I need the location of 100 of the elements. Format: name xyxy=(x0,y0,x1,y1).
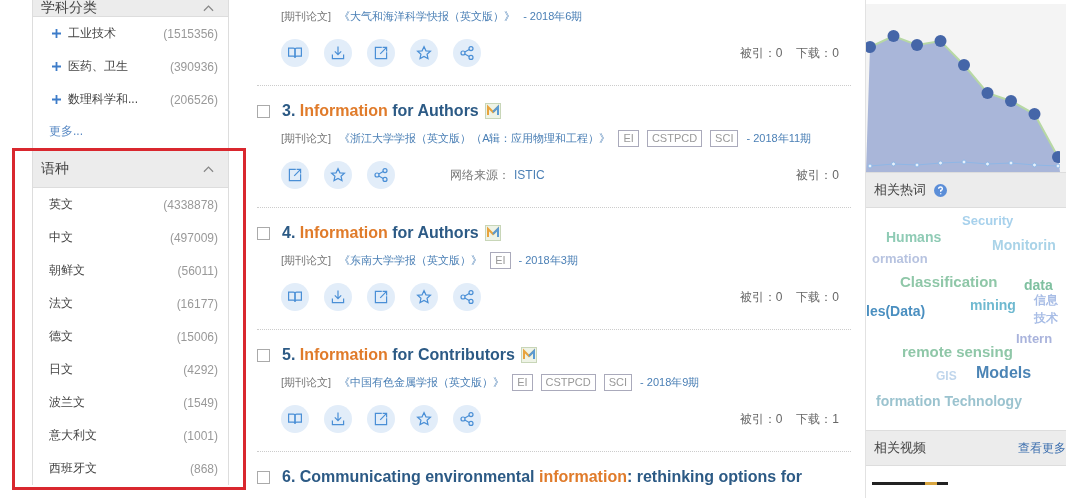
journal-link[interactable]: 《浙江大学学报（英文版）（A辑：应用物理和工程）》 xyxy=(339,130,611,146)
favorite-button[interactable] xyxy=(410,405,438,433)
data-point xyxy=(911,39,923,51)
download-button[interactable] xyxy=(324,39,352,67)
item-count: (16177) xyxy=(176,296,218,311)
journal-link[interactable]: 《东南大学学报（英文版）》 xyxy=(339,252,483,268)
open-link-button[interactable] xyxy=(367,39,395,67)
index-tag: EI xyxy=(490,251,511,269)
chevron-icon[interactable] xyxy=(203,4,214,12)
item-count: (1549) xyxy=(183,395,218,410)
facet-item[interactable]: 医药、卫生 xyxy=(68,58,128,75)
facet-item[interactable]: 法文 xyxy=(49,295,73,312)
source-value: ISTIC xyxy=(514,167,545,182)
data-point xyxy=(934,35,947,47)
favorite-button[interactable] xyxy=(410,39,438,67)
stat-text: 下载：0 xyxy=(796,44,839,62)
facet-item[interactable]: 波兰文 xyxy=(49,394,85,411)
facet-title: 学科分类 xyxy=(41,0,97,17)
publication-type: [期刊论文] xyxy=(281,130,332,146)
data-point xyxy=(958,59,970,71)
share-button[interactable] xyxy=(453,405,481,433)
panel-title: 相关热词 xyxy=(874,181,926,199)
data-point xyxy=(891,161,896,167)
issue-date: - 2018年11期 xyxy=(746,130,812,146)
facet-item[interactable]: 日文 xyxy=(49,361,73,378)
journal-link[interactable]: 《大气和海洋科学快报（英文版）》 xyxy=(339,8,516,24)
read-button[interactable] xyxy=(281,405,309,433)
help-icon[interactable] xyxy=(934,183,947,197)
item-count: (868) xyxy=(190,461,218,476)
star-icon xyxy=(416,45,432,61)
data-point xyxy=(961,159,967,165)
index-tag: SCI xyxy=(710,129,739,147)
open-link-button[interactable] xyxy=(367,405,395,433)
video-thumbnail[interactable] xyxy=(872,482,948,485)
facet-header[interactable]: 学科分类 xyxy=(33,0,228,17)
facet-item[interactable]: 工业技术 xyxy=(68,25,116,42)
book-icon xyxy=(287,411,303,427)
facet-item[interactable]: 朝鲜文 xyxy=(49,262,85,279)
external-link-icon xyxy=(373,289,389,305)
plus-icon[interactable] xyxy=(52,62,61,71)
item-count: (497009) xyxy=(169,230,218,245)
item-count: (4338878) xyxy=(163,197,218,212)
checkbox[interactable] xyxy=(257,470,270,484)
share-icon xyxy=(459,45,475,61)
share-button[interactable] xyxy=(367,161,395,189)
facet-header[interactable]: 语种 xyxy=(33,151,228,188)
keyword[interactable]: Models xyxy=(976,364,1032,382)
chevron-icon[interactable] xyxy=(203,165,214,173)
more-link[interactable]: 更多... xyxy=(33,116,228,148)
star-icon xyxy=(330,167,346,183)
book-icon xyxy=(287,45,303,61)
index-tag: CSTPCD xyxy=(646,129,703,147)
issue-date: - 2018年6期 xyxy=(523,8,583,24)
download-icon xyxy=(330,411,346,427)
share-button[interactable] xyxy=(453,283,481,311)
facet-item[interactable]: 中文 xyxy=(49,229,73,246)
index-tag: SCI xyxy=(603,373,633,391)
issue-date: - 2018年9期 xyxy=(640,374,700,390)
external-link-icon xyxy=(373,411,389,427)
plus-icon[interactable] xyxy=(52,95,61,104)
facet-item[interactable]: 德文 xyxy=(49,328,73,345)
read-button[interactable] xyxy=(281,39,309,67)
publication-type: [期刊论文] xyxy=(281,252,332,268)
item-count: (1515356) xyxy=(163,26,218,41)
download-button[interactable] xyxy=(324,283,352,311)
facet-item[interactable]: 英文 xyxy=(49,196,73,213)
keyword[interactable]: les(Data) xyxy=(866,304,926,320)
result-title[interactable]: 3. Information for Authors xyxy=(282,102,479,120)
open-link-button[interactable] xyxy=(281,161,309,189)
checkbox[interactable] xyxy=(257,348,270,362)
download-button[interactable] xyxy=(324,405,352,433)
facet-item[interactable]: 意大利文 xyxy=(49,427,97,444)
plus-icon[interactable] xyxy=(52,29,61,38)
checkbox[interactable] xyxy=(257,226,270,240)
facet-item[interactable]: 数理科学和... xyxy=(68,91,138,108)
stat-text: 被引：0 xyxy=(796,166,839,184)
stat-text: 被引：0 xyxy=(739,410,783,428)
favorite-button[interactable] xyxy=(324,161,352,189)
journal-link[interactable]: 《中国有色金属学报（英文版）》 xyxy=(339,374,505,390)
data-point xyxy=(985,161,990,167)
share-button[interactable] xyxy=(453,39,481,67)
view-more-link[interactable]: 查看更多 xyxy=(1018,439,1066,457)
data-point xyxy=(887,30,900,42)
publication-type: [期刊论文] xyxy=(281,374,332,390)
result-title[interactable]: 4. Information for Authors xyxy=(282,224,479,242)
share-icon xyxy=(373,167,389,183)
panel-title: 相关视频 xyxy=(874,439,926,457)
star-icon xyxy=(416,289,432,305)
checkbox[interactable] xyxy=(257,104,270,118)
open-link-button[interactable] xyxy=(367,283,395,311)
publication-type: [期刊论文] xyxy=(281,8,332,24)
stat-text: 被引：0 xyxy=(739,288,783,306)
stat-text: 下载：0 xyxy=(796,288,839,306)
issue-date: - 2018年3期 xyxy=(518,252,578,268)
result-title[interactable]: 5. Information for Contributors xyxy=(282,346,515,364)
read-button[interactable] xyxy=(281,283,309,311)
result-title[interactable]: 6. Communicating environmental information: rethinking options for xyxy=(282,468,803,486)
download-icon xyxy=(330,289,346,305)
favorite-button[interactable] xyxy=(410,283,438,311)
facet-item[interactable]: 西班牙文 xyxy=(49,460,97,477)
